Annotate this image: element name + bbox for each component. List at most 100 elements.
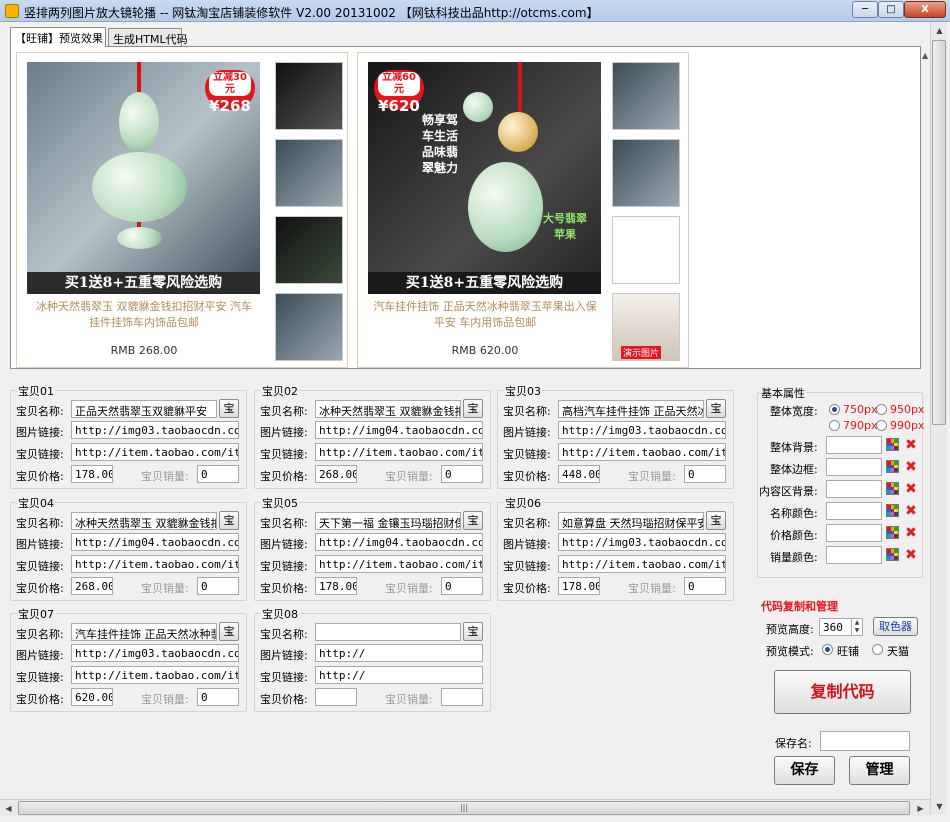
sales-input[interactable]: 0 (684, 577, 726, 595)
select-item-button[interactable]: 宝 (219, 399, 239, 418)
sales-input[interactable] (441, 688, 483, 706)
palette-icon[interactable] (886, 504, 899, 517)
thumbnail[interactable] (612, 216, 680, 284)
price-input[interactable]: 178.00 (71, 465, 113, 483)
price-input[interactable] (315, 688, 357, 706)
select-item-button[interactable]: 宝 (219, 622, 239, 641)
price-input[interactable]: 178.00 (315, 577, 357, 595)
price-input[interactable]: 268.00 (71, 577, 113, 595)
item-link-input[interactable]: http://item.taobao.com/item.ht (558, 555, 726, 573)
clear-x-icon[interactable]: ✖ (904, 526, 918, 540)
item-link-input[interactable]: http://item.taobao.com/item.ht (71, 443, 239, 461)
item-name-input[interactable]: 正品天然翡翠玉双貔貅平安 (71, 400, 217, 418)
sales-input[interactable]: 0 (684, 465, 726, 483)
price-input[interactable]: 178.00 (558, 577, 600, 595)
palette-icon[interactable] (886, 438, 899, 451)
sales-input[interactable]: 0 (441, 577, 483, 595)
image-link-input[interactable]: http://img03.taobaocdn.com/bao (71, 644, 239, 662)
scroll-down-icon[interactable]: ▼ (931, 798, 948, 815)
item-name-input[interactable]: 冰种天然翡翠玉 双貔貅金钱扣 (71, 512, 217, 530)
thumbnail[interactable]: 演示图片 (612, 293, 680, 361)
thumbnail[interactable] (275, 139, 343, 207)
copy-code-button[interactable]: 复制代码 (774, 670, 911, 714)
item-link-input[interactable]: http://item.taobao.com/item.ht (315, 443, 483, 461)
palette-icon[interactable] (886, 460, 899, 473)
palette-icon[interactable] (886, 482, 899, 495)
width-radio-990[interactable] (876, 420, 887, 431)
width-radio-750[interactable] (829, 404, 840, 415)
palette-icon[interactable] (886, 526, 899, 539)
mode-radio-tmall[interactable] (872, 644, 883, 655)
clear-x-icon[interactable]: ✖ (904, 482, 918, 496)
item-name-input[interactable]: 高档汽车挂件挂饰 正品天然冰 (558, 400, 704, 418)
maximize-button[interactable]: □ (878, 1, 904, 18)
vertical-scrollbar[interactable]: ▲ ▼ (930, 22, 947, 815)
image-link-input[interactable]: http://img03.taobaocdn.com/bao (558, 421, 726, 439)
sales-input[interactable]: 0 (197, 688, 239, 706)
thumbnail[interactable] (275, 216, 343, 284)
clear-x-icon[interactable]: ✖ (904, 438, 918, 452)
palette-icon[interactable] (886, 548, 899, 561)
item-name-input[interactable]: 冰种天然翡翠玉 双貔貅金钱扣 (315, 400, 461, 418)
thumbnail[interactable] (612, 139, 680, 207)
item-link-input[interactable]: http://item.taobao.com/item.ht (71, 555, 239, 573)
item-link-input[interactable]: http://item.taobao.com/item.ht (558, 443, 726, 461)
property-color-input[interactable] (826, 524, 882, 542)
product-image-2[interactable]: 立减60元 ¥620 畅享驾车生活 品味翡翠魅力 大号翡翠苹果 买1送8+五重零… (368, 62, 601, 294)
item-name-input[interactable]: 汽车挂件挂饰 正品天然冰种翡 (71, 623, 217, 641)
image-link-input[interactable]: http://img04.taobaocdn.com/bao (71, 533, 239, 551)
product-image-1[interactable]: 立减30元 ¥268 买1送8+五重零风险选购 (27, 62, 260, 294)
color-picker-button[interactable]: 取色器 (873, 617, 918, 636)
image-link-input[interactable]: http://img03.taobaocdn.com/bao (71, 421, 239, 439)
image-link-input[interactable]: http://img04.taobaocdn.com/bao (315, 421, 483, 439)
item-link-input[interactable]: http:// (315, 666, 483, 684)
mode-radio-wangpu[interactable] (822, 644, 833, 655)
item-link-input[interactable]: http://item.taobao.com/item.ht (71, 666, 239, 684)
close-button[interactable]: X (904, 1, 946, 18)
sales-input[interactable]: 0 (197, 465, 239, 483)
select-item-button[interactable]: 宝 (463, 511, 483, 530)
sales-input[interactable]: 0 (197, 577, 239, 595)
manage-button[interactable]: 管理 (849, 756, 910, 785)
property-color-input[interactable] (826, 436, 882, 454)
tab-generate-html[interactable]: 生成HTML代码 (108, 28, 188, 47)
image-link-input[interactable]: http://img03.taobaocdn.com/bao (558, 533, 726, 551)
select-item-button[interactable]: 宝 (706, 511, 726, 530)
item-link-input[interactable]: http://item.taobao.com/item.ht (315, 555, 483, 573)
height-spinner-icon[interactable]: ▲ ▼ (851, 619, 862, 635)
price-input[interactable]: 620.00 (71, 688, 113, 706)
tab-preview[interactable]: 【旺铺】预览效果 (10, 27, 106, 47)
item-name-input[interactable]: 如意算盘 天然玛瑙招财保平安 (558, 512, 704, 530)
item-name-input[interactable] (315, 623, 461, 641)
select-item-button[interactable]: 宝 (706, 399, 726, 418)
thumbnail[interactable] (612, 62, 680, 130)
minimize-button[interactable]: ─ (852, 1, 878, 18)
save-button[interactable]: 保存 (774, 756, 835, 785)
property-color-input[interactable] (826, 502, 882, 520)
vertical-scroll-thumb[interactable] (932, 40, 946, 425)
price-input[interactable]: 448.00 (558, 465, 600, 483)
thumbnail[interactable] (275, 293, 343, 361)
scroll-up-icon[interactable]: ▲ (931, 22, 948, 39)
width-radio-790[interactable] (829, 420, 840, 431)
select-item-button[interactable]: 宝 (463, 399, 483, 418)
image-link-input[interactable]: http://img04.taobaocdn.com/bao (315, 533, 483, 551)
sales-input[interactable]: 0 (441, 465, 483, 483)
select-item-button[interactable]: 宝 (219, 511, 239, 530)
property-color-input[interactable] (826, 480, 882, 498)
select-item-button[interactable]: 宝 (463, 622, 483, 641)
clear-x-icon[interactable]: ✖ (904, 460, 918, 474)
scroll-left-icon[interactable]: ◀ (0, 800, 17, 817)
price-input[interactable]: 268.00 (315, 465, 357, 483)
horizontal-scrollbar[interactable]: ◀ ||| ▶ (0, 799, 930, 816)
property-color-input[interactable] (826, 458, 882, 476)
image-link-input[interactable]: http:// (315, 644, 483, 662)
save-name-input[interactable] (820, 731, 910, 751)
thumbnail[interactable] (275, 62, 343, 130)
scroll-right-icon[interactable]: ▶ (912, 800, 929, 817)
item-name-input[interactable]: 天下第一福 金镶玉玛瑙招财保 (315, 512, 461, 530)
clear-x-icon[interactable]: ✖ (904, 504, 918, 518)
width-radio-950[interactable] (876, 404, 887, 415)
clear-x-icon[interactable]: ✖ (904, 548, 918, 562)
property-color-input[interactable] (826, 546, 882, 564)
